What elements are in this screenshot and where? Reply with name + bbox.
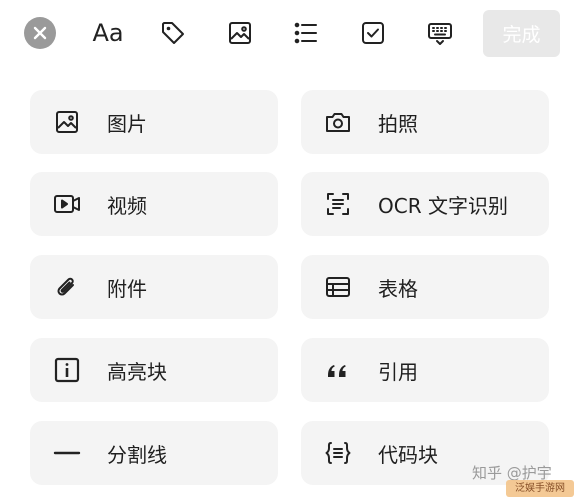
menu-item-quote[interactable]: 引用 — [301, 338, 549, 402]
menu-item-label: 高亮块 — [107, 359, 167, 384]
menu-item-label: 引用 — [378, 359, 418, 384]
menu-item-attachment[interactable]: 附件 — [30, 255, 278, 319]
keyboard-button[interactable] — [422, 15, 458, 51]
watermark-badge: 泛娱手游网 — [506, 480, 574, 497]
editor-toolbar: Aa 完成 — [0, 0, 578, 66]
info-box-icon — [52, 355, 82, 385]
menu-item-label: 表格 — [378, 276, 418, 301]
bullet-list-icon — [294, 22, 317, 44]
menu-item-highlight-block[interactable]: 高亮块 — [30, 338, 278, 402]
menu-item-ocr[interactable]: OCR 文字识别 — [301, 172, 549, 236]
menu-item-label: OCR 文字识别 — [378, 193, 508, 218]
image-icon — [229, 22, 251, 44]
menu-item-label: 拍照 — [378, 111, 418, 136]
menu-item-divider[interactable]: 分割线 — [30, 421, 278, 485]
checklist-button[interactable] — [355, 15, 391, 51]
image-icon — [52, 107, 82, 137]
tag-button[interactable] — [155, 15, 191, 51]
menu-item-video[interactable]: 视频 — [30, 172, 278, 236]
keyboard-icon — [428, 23, 452, 45]
quote-icon — [323, 355, 353, 385]
bullet-list-button[interactable] — [288, 15, 324, 51]
camera-icon — [323, 107, 353, 137]
table-icon — [323, 272, 353, 302]
paperclip-icon — [52, 272, 82, 302]
insert-image-button[interactable] — [222, 15, 258, 51]
close-button[interactable] — [22, 15, 58, 51]
divider-icon — [52, 438, 82, 468]
tag-icon — [162, 22, 184, 44]
menu-item-label: 代码块 — [378, 442, 438, 467]
video-icon — [52, 189, 82, 219]
menu-item-image[interactable]: 图片 — [30, 90, 278, 154]
font-format-button[interactable]: Aa — [88, 15, 128, 51]
menu-item-label: 附件 — [107, 276, 147, 301]
checkbox-icon — [362, 22, 384, 44]
menu-item-table[interactable]: 表格 — [301, 255, 549, 319]
font-format-label: Aa — [92, 19, 124, 47]
menu-item-label: 视频 — [107, 193, 147, 218]
code-block-icon — [323, 438, 353, 468]
menu-item-camera[interactable]: 拍照 — [301, 90, 549, 154]
menu-item-label: 图片 — [107, 111, 147, 136]
done-button[interactable]: 完成 — [483, 10, 560, 57]
close-icon — [24, 17, 56, 49]
scan-text-icon — [323, 189, 353, 219]
menu-item-label: 分割线 — [107, 442, 167, 467]
